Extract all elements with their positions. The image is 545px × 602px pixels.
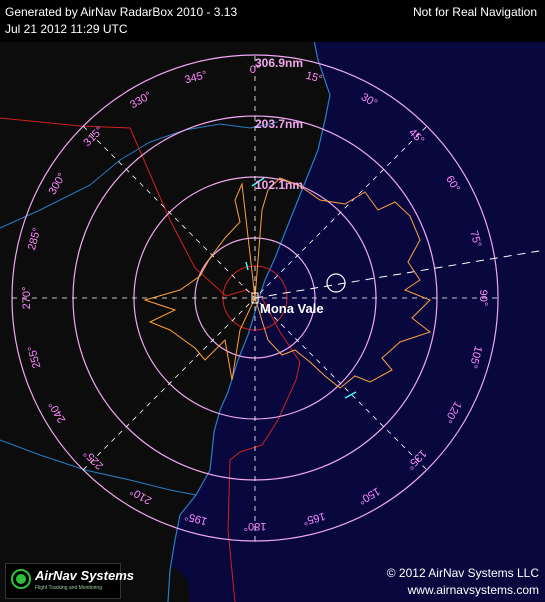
range-label: 102.1nm [255,178,303,192]
bearing-label: 90° [477,290,489,307]
radar-view: Mona Vale 102.1nm 203.7nm 306.9nm 0° 15° 30°… [0,0,545,602]
bearing-label: 180° [244,520,267,532]
airnav-logo: AirNav Systems Flight Tracking and Monit… [5,563,134,599]
bearing-label: 270° [21,287,33,310]
website-url: www.airnavsystems.com [407,583,539,597]
range-label: 203.7nm [255,117,303,131]
station-label: Mona Vale [260,301,324,316]
copyright-text: © 2012 AirNav Systems LLC [386,566,539,580]
logo-name: AirNav Systems [35,568,134,583]
bearing-label: 0° [250,64,261,76]
header-timestamp: Jul 21 2012 11:29 UTC [5,22,128,36]
header-title: Generated by AirNav RadarBox 2010 - 3.13 [5,5,238,19]
range-label: 306.9nm [255,56,303,70]
radar-map: Mona Vale 102.1nm203.7nm306.9nm 0° 15°30°… [0,0,545,602]
navigation-warning: Not for Real Navigation [412,5,537,19]
radar-icon [11,569,31,589]
logo-tagline: Flight Tracking and Monitoring [35,585,102,591]
